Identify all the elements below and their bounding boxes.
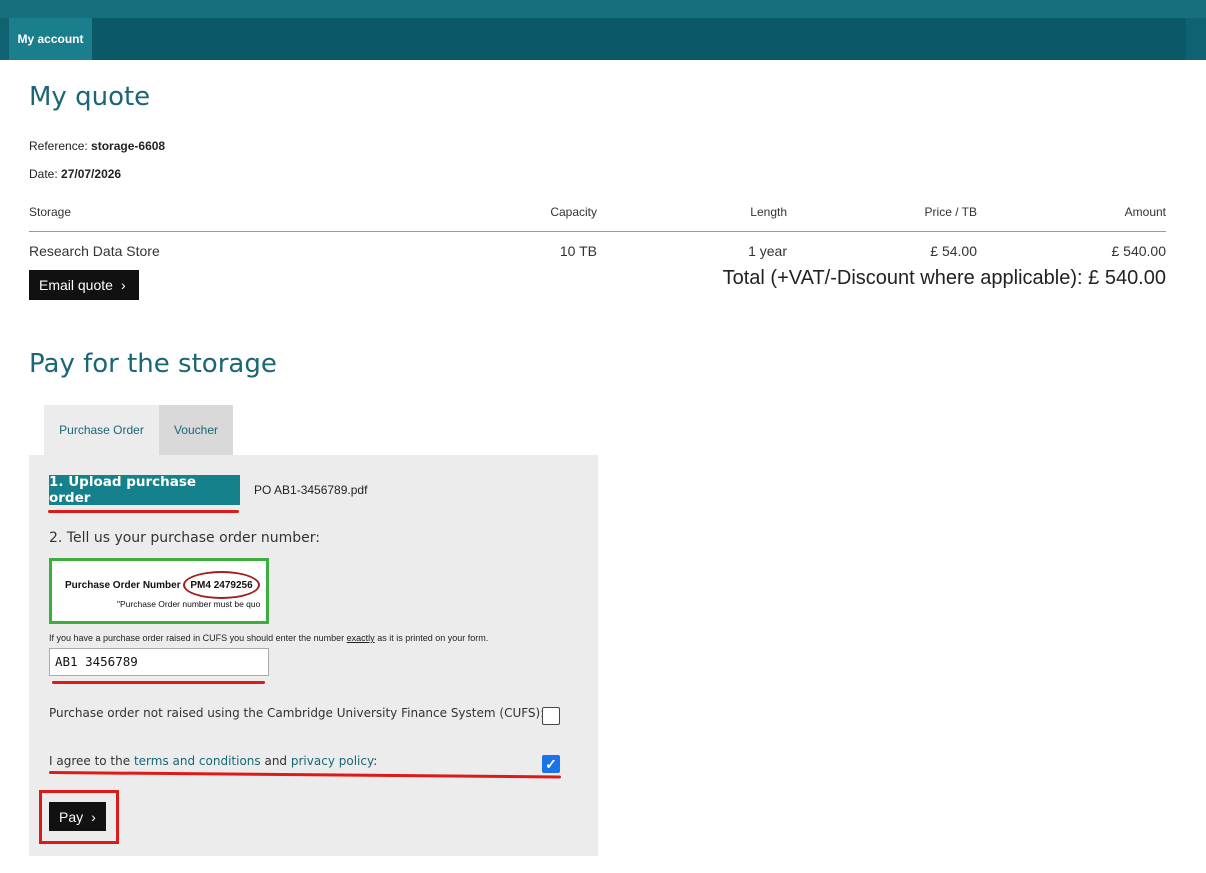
reference-line: Reference: storage-6608 xyxy=(29,139,165,153)
column-header-capacity: Capacity xyxy=(550,205,597,219)
hint-emphasis: exactly xyxy=(346,633,375,643)
hint-text-after: as it is printed on your form. xyxy=(374,633,489,643)
step2-label: 2. Tell us your purchase order number: xyxy=(49,530,320,546)
hint-text-before: If you have a purchase order raised in C… xyxy=(49,633,347,643)
example-note: "Purchase Order number must be quo xyxy=(117,599,261,609)
date-label: Date: xyxy=(29,167,58,181)
upload-purchase-order-button[interactable]: 1. Upload purchase order xyxy=(49,474,240,506)
cufs-checkbox[interactable] xyxy=(542,707,560,725)
annotation-underline-upload xyxy=(48,510,239,513)
quote-total: Total (+VAT/-Discount where applicable):… xyxy=(722,267,1166,289)
tab-my-account[interactable]: My account xyxy=(9,18,92,60)
cell-amount: £ 540.00 xyxy=(1111,243,1167,259)
column-header-amount: Amount xyxy=(1124,205,1166,219)
example-po-number: PM4 2479256 xyxy=(183,571,260,599)
cell-storage: Research Data Store xyxy=(29,243,160,259)
email-quote-label: Email quote xyxy=(39,277,113,293)
top-strip xyxy=(0,0,1206,18)
agree-suffix: : xyxy=(373,754,378,768)
tab-voucher[interactable]: Voucher xyxy=(159,405,233,455)
checkmark-icon: ✓ xyxy=(545,755,557,772)
chevron-right-icon: › xyxy=(120,277,126,293)
example-label: Purchase Order Number xyxy=(65,580,181,591)
pay-button-label: Pay xyxy=(59,808,84,825)
po-number-input[interactable]: AB1 3456789 xyxy=(49,648,269,676)
pay-button[interactable]: Pay › xyxy=(49,802,106,831)
cell-price: £ 54.00 xyxy=(930,243,977,259)
cell-length: 1 year xyxy=(748,243,787,259)
annotation-underline-po-input xyxy=(52,681,265,684)
pay-section-title: Pay for the storage xyxy=(29,349,277,379)
agree-prefix: I agree to the xyxy=(49,754,134,768)
cell-capacity: 10 TB xyxy=(559,243,597,259)
column-header-storage: Storage xyxy=(29,205,72,219)
cufs-checkbox-label: Purchase order not raised using the Camb… xyxy=(49,706,545,720)
date-value: 27/07/2026 xyxy=(61,167,122,181)
nav-bar: My account xyxy=(9,18,1186,60)
terms-checkbox[interactable]: ✓ xyxy=(542,755,560,773)
date-line: Date: 27/07/2026 xyxy=(29,167,121,181)
reference-value: storage-6608 xyxy=(91,139,166,153)
po-number-hint: If you have a purchase order raised in C… xyxy=(49,633,488,643)
terms-agreement-label: I agree to the terms and conditions and … xyxy=(49,754,377,768)
column-header-length: Length xyxy=(750,205,787,219)
po-number-example-image: Purchase Order Number PM4 2479256 "Purch… xyxy=(49,558,269,624)
email-quote-button[interactable]: Email quote › xyxy=(29,270,139,300)
chevron-right-icon: › xyxy=(91,808,96,825)
page-title: My quote xyxy=(29,82,151,112)
reference-label: Reference: xyxy=(29,139,88,153)
table-divider xyxy=(29,231,1166,232)
terms-and-conditions-link[interactable]: terms and conditions xyxy=(134,754,261,768)
uploaded-filename: PO AB1-3456789.pdf xyxy=(254,483,368,497)
agree-and: and xyxy=(260,754,291,768)
column-header-price: Price / TB xyxy=(924,205,977,219)
tab-purchase-order[interactable]: Purchase Order xyxy=(44,405,159,455)
top-navigation-bar: My account xyxy=(0,0,1206,60)
privacy-policy-link[interactable]: privacy policy xyxy=(291,754,373,768)
